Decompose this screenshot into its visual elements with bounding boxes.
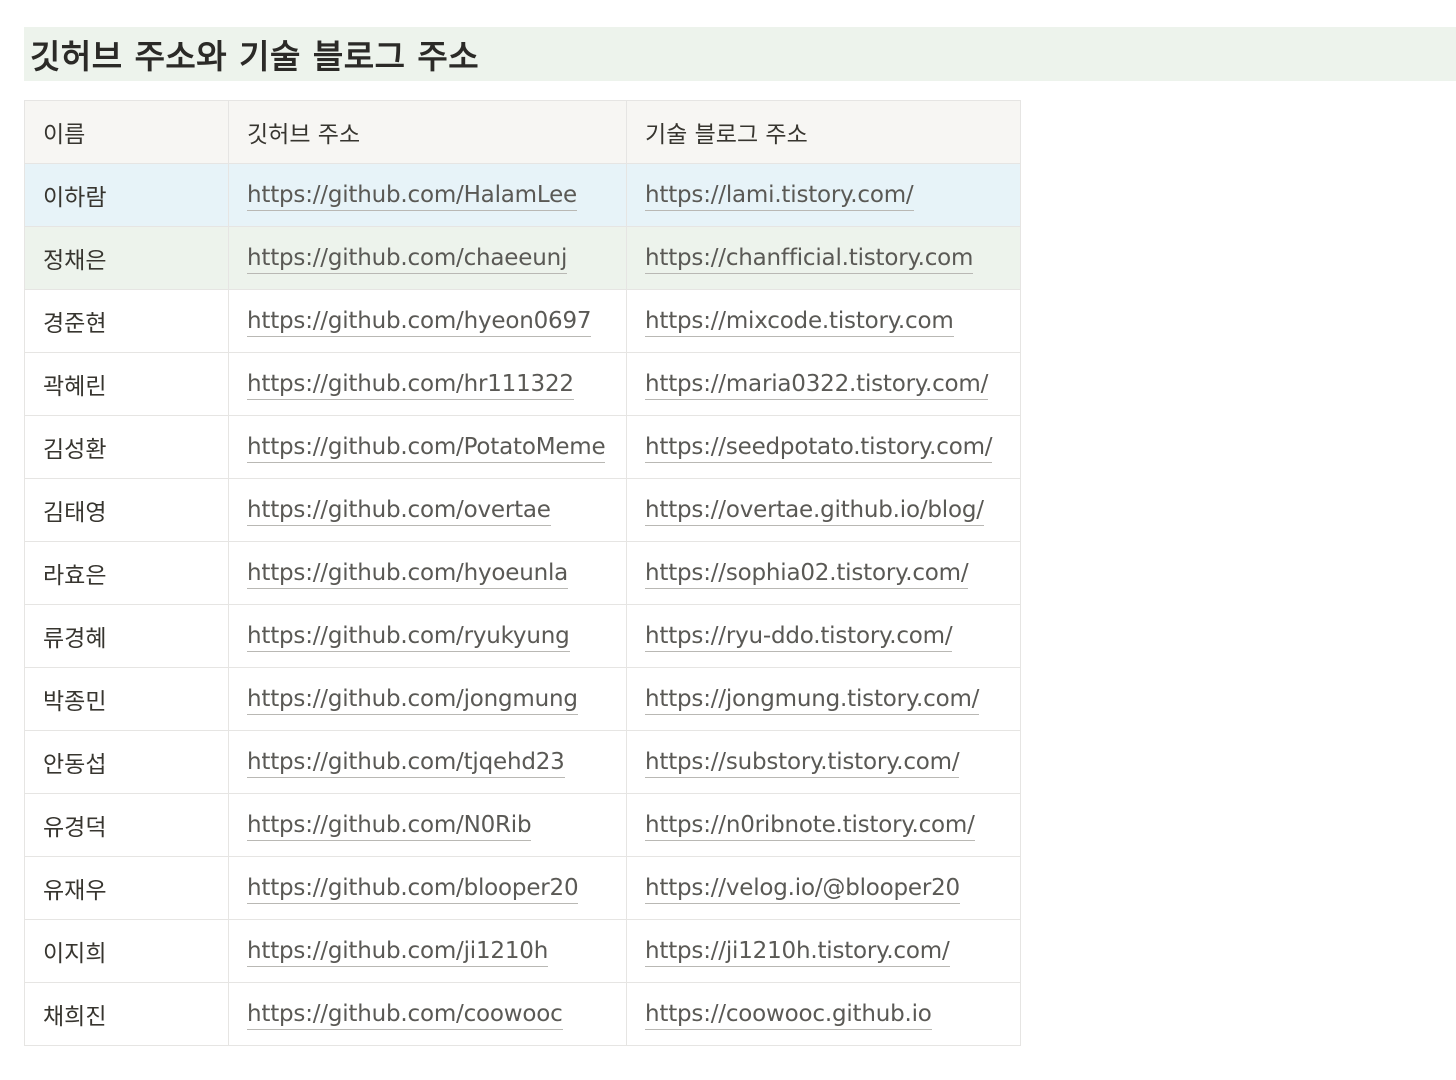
github-link[interactable]: https://github.com/blooper20 [247,875,579,904]
member-name-cell: 이하람 [24,163,229,227]
github-cell: https://github.com/HalamLee [228,163,627,227]
github-cell: https://github.com/jongmung [228,667,627,731]
github-link[interactable]: https://github.com/HalamLee [247,182,577,211]
github-link[interactable]: https://github.com/PotatoMeme [247,434,606,463]
blog-link[interactable]: https://lami.tistory.com/ [645,182,914,211]
github-cell: https://github.com/hyoeunla [228,541,627,605]
member-name-cell: 유경덕 [24,793,229,857]
member-name-cell: 채희진 [24,982,229,1046]
blog-link[interactable]: https://sophia02.tistory.com/ [645,560,969,589]
blog-link[interactable]: https://ryu-ddo.tistory.com/ [645,623,953,652]
member-name-cell: 정채은 [24,226,229,290]
blog-link[interactable]: https://mixcode.tistory.com [645,308,954,337]
member-name-cell: 경준현 [24,289,229,353]
github-link[interactable]: https://github.com/hyoeunla [247,560,568,589]
table-row: 곽혜린 https://github.com/hr111322 https://ma… [24,352,1021,416]
blog-cell: https://chanfficial.tistory.com [626,226,1021,290]
github-cell: https://github.com/ryukyung [228,604,627,668]
blog-cell: https://velog.io/@blooper20 [626,856,1021,920]
github-cell: https://github.com/tjqehd23 [228,730,627,794]
blog-cell: https://maria0322.tistory.com/ [626,352,1021,416]
blog-cell: https://mixcode.tistory.com [626,289,1021,353]
member-name-cell: 곽혜린 [24,352,229,416]
member-name-cell: 박종민 [24,667,229,731]
github-link[interactable]: https://github.com/N0Rib [247,812,532,841]
table-body: 이하람 https://github.com/HalamLee https://la… [24,163,1021,1046]
blog-cell: https://seedpotato.tistory.com/ [626,415,1021,479]
header-name: 이름 [24,100,229,164]
table-row: 유재우 https://github.com/blooper20 https://v… [24,856,1021,920]
github-cell: https://github.com/hyeon0697 [228,289,627,353]
member-name-cell: 김성환 [24,415,229,479]
github-link[interactable]: https://github.com/ji1210h [247,938,548,967]
blog-cell: https://jongmung.tistory.com/ [626,667,1021,731]
table-row: 김태영 https://github.com/overtae https://ove… [24,478,1021,542]
blog-cell: https://ryu-ddo.tistory.com/ [626,604,1021,668]
table-row: 유경덕 https://github.com/N0Rib https://n0rib… [24,793,1021,857]
member-name-cell: 이지희 [24,919,229,983]
blog-cell: https://substory.tistory.com/ [626,730,1021,794]
blog-cell: https://n0ribnote.tistory.com/ [626,793,1021,857]
table-row: 김성환 https://github.com/PotatoMeme https://… [24,415,1021,479]
github-cell: https://github.com/hr111322 [228,352,627,416]
github-link[interactable]: https://github.com/coowooc [247,1001,563,1030]
blog-cell: https://lami.tistory.com/ [626,163,1021,227]
github-cell: https://github.com/blooper20 [228,856,627,920]
blog-link[interactable]: https://maria0322.tistory.com/ [645,371,988,400]
table-row: 박종민 https://github.com/jongmung https://jo… [24,667,1021,731]
github-link[interactable]: https://github.com/tjqehd23 [247,749,565,778]
member-name-cell: 김태영 [24,478,229,542]
github-link[interactable]: https://github.com/hyeon0697 [247,308,592,337]
member-name-cell: 라효은 [24,541,229,605]
blog-link[interactable]: https://jongmung.tistory.com/ [645,686,979,715]
table-row: 정채은 https://github.com/chaeeunj https://ch… [24,226,1021,290]
github-cell: https://github.com/N0Rib [228,793,627,857]
blog-link[interactable]: https://overtae.github.io/blog/ [645,497,984,526]
github-cell: https://github.com/overtae [228,478,627,542]
member-name-cell: 유재우 [24,856,229,920]
blog-cell: https://overtae.github.io/blog/ [626,478,1021,542]
github-link[interactable]: https://github.com/hr111322 [247,371,574,400]
table-row: 이하람 https://github.com/HalamLee https://la… [24,163,1021,227]
github-cell: https://github.com/PotatoMeme [228,415,627,479]
blog-link[interactable]: https://chanfficial.tistory.com [645,245,973,274]
table-row: 라효은 https://github.com/hyoeunla https://so… [24,541,1021,605]
github-cell: https://github.com/coowooc [228,982,627,1046]
blog-link[interactable]: https://ji1210h.tistory.com/ [645,938,950,967]
github-cell: https://github.com/ji1210h [228,919,627,983]
blog-cell: https://coowooc.github.io [626,982,1021,1046]
header-github: 깃허브 주소 [228,100,627,164]
blog-cell: https://ji1210h.tistory.com/ [626,919,1021,983]
table-row: 채희진 https://github.com/coowooc https://coo… [24,982,1021,1046]
blog-link[interactable]: https://coowooc.github.io [645,1001,932,1030]
header-blog: 기술 블로그 주소 [626,100,1021,164]
github-link[interactable]: https://github.com/ryukyung [247,623,570,652]
blog-link[interactable]: https://substory.tistory.com/ [645,749,960,778]
github-link[interactable]: https://github.com/jongmung [247,686,578,715]
blog-link[interactable]: https://velog.io/@blooper20 [645,875,960,904]
links-table: 이름 깃허브 주소 기술 블로그 주소 이하람 https://github.co… [24,100,1021,1046]
github-link[interactable]: https://github.com/overtae [247,497,551,526]
page: 깃허브 주소와 기술 블로그 주소 이름 깃허브 주소 기술 블로그 주소 이하… [0,0,1456,1080]
blog-cell: https://sophia02.tistory.com/ [626,541,1021,605]
section-heading-block: 깃허브 주소와 기술 블로그 주소 [24,27,1456,81]
section-heading: 깃허브 주소와 기술 블로그 주소 [30,37,480,76]
github-cell: https://github.com/chaeeunj [228,226,627,290]
table-row: 경준현 https://github.com/hyeon0697 https://m… [24,289,1021,353]
github-link[interactable]: https://github.com/chaeeunj [247,245,567,274]
blog-link[interactable]: https://n0ribnote.tistory.com/ [645,812,975,841]
blog-link[interactable]: https://seedpotato.tistory.com/ [645,434,993,463]
table-row: 이지희 https://github.com/ji1210h https://ji1… [24,919,1021,983]
member-name-cell: 안동섭 [24,730,229,794]
table-row: 안동섭 https://github.com/tjqehd23 https://su… [24,730,1021,794]
table-row: 류경혜 https://github.com/ryukyung https://ry… [24,604,1021,668]
member-name-cell: 류경혜 [24,604,229,668]
table-header-row: 이름 깃허브 주소 기술 블로그 주소 [24,100,1021,164]
